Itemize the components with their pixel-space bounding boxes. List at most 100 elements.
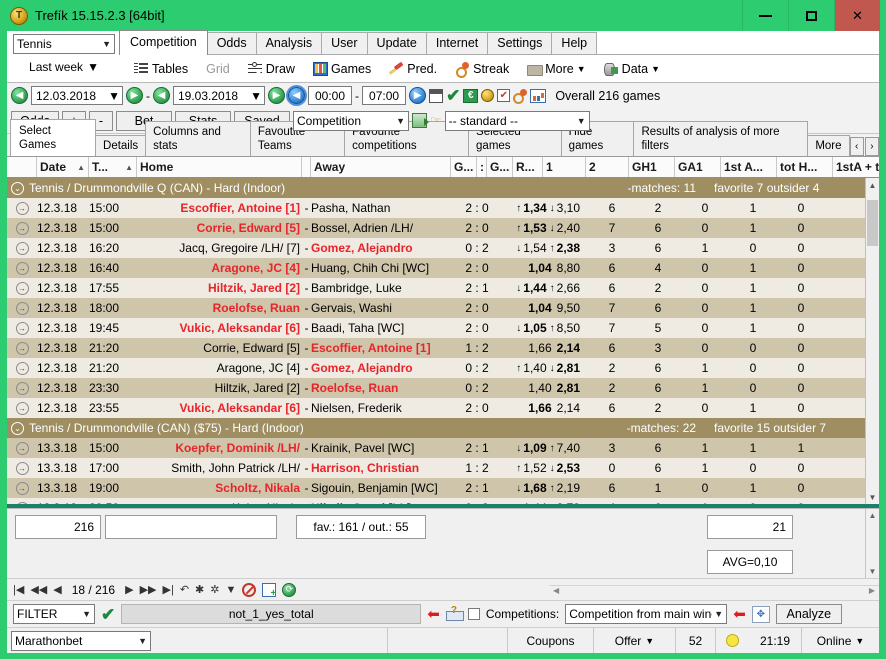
grid-header-date[interactable]: Date▲ (37, 157, 89, 177)
grid-header-away[interactable]: Away (311, 157, 451, 177)
period-dropdown[interactable]: Last week▼ (13, 57, 115, 77)
main-tab-odds[interactable]: Odds (207, 32, 257, 55)
left-red-arrow-icon-2[interactable]: ⬅ (733, 605, 746, 623)
table-row[interactable]: →12.3.1823:30Hiltzik, Jared [2]-Roelofse… (7, 378, 879, 398)
row-detail-arrow-icon[interactable]: → (16, 442, 29, 455)
group-by-select[interactable]: Competition ▼ (293, 111, 409, 131)
help-book-icon[interactable] (446, 607, 462, 621)
summary-blank[interactable] (105, 515, 277, 539)
coupons-button[interactable]: Coupons (507, 628, 593, 654)
bar-chart-icon[interactable] (530, 89, 546, 103)
pager-first-button[interactable]: |◀ (13, 583, 24, 596)
table-row[interactable]: →12.3.1821:20Corrie, Edward [5]-Escoffie… (7, 338, 879, 358)
pager-scroll-left-icon[interactable]: ◀ (553, 586, 559, 595)
inner-tab-results-of-analysis-of-more-filters[interactable]: Results of analysis of more filters (633, 121, 808, 156)
table-row[interactable]: →12.3.1821:20Aragone, JC [4]-Gomez, Alej… (7, 358, 879, 378)
toolbar-more-button[interactable]: More▼ (519, 60, 593, 78)
checklist-icon[interactable]: ✔ (497, 89, 510, 102)
close-button[interactable]: ✕ (834, 0, 880, 31)
pager-funnel-icon[interactable]: ▼ (225, 584, 236, 596)
time-from-input[interactable]: 00:00 (308, 86, 352, 105)
grid-header-gh[interactable]: G... (451, 157, 477, 177)
main-tab-settings[interactable]: Settings (487, 32, 552, 55)
toolbar-tables-button[interactable]: Tables (126, 60, 196, 78)
toolbar-streak-button[interactable]: Streak (447, 60, 517, 78)
toolbar-pred--button[interactable]: Pred. (381, 60, 445, 78)
sport-select[interactable]: Tennis ▼ (13, 34, 115, 54)
grid-header-toth[interactable]: tot H... (777, 157, 833, 177)
row-detail-arrow-icon[interactable]: → (16, 502, 29, 505)
row-detail-arrow-icon[interactable]: → (16, 362, 29, 375)
row-detail-arrow-icon[interactable]: → (16, 382, 29, 395)
group-collapse-icon[interactable]: ⌄ (11, 422, 24, 435)
table-row[interactable]: →12.3.1819:45Vukic, Aleksandar [6]-Baadi… (7, 318, 879, 338)
table-row[interactable]: →12.3.1815:00Escoffier, Antoine [1]-Pash… (7, 198, 879, 218)
competitions-checkbox[interactable] (468, 608, 480, 620)
inner-tab-next-button[interactable]: › (865, 137, 879, 156)
table-row[interactable]: →12.3.1815:00Corrie, Edward [5]-Bossel, … (7, 218, 879, 238)
confirm-check-icon[interactable]: ✔ (446, 87, 460, 104)
grid-header-home[interactable]: Home (137, 157, 302, 177)
move-resize-icon[interactable]: ✥ (752, 606, 770, 623)
table-row[interactable]: →13.3.1815:00Koepfer, Dominik /LH/-Krain… (7, 438, 879, 458)
pager-undo-icon[interactable]: ↶ (180, 583, 189, 596)
toolbar-games-button[interactable]: Games (305, 60, 379, 78)
inner-tab-select-games[interactable]: Select Games (10, 119, 96, 156)
online-dropdown[interactable]: Online▼ (801, 628, 879, 654)
table-row[interactable]: →13.3.1817:00Smith, John Patrick /LH/-Ha… (7, 458, 879, 478)
grid-header-1sta[interactable]: 1st A... (721, 157, 777, 177)
grid-header-ga[interactable]: G... (487, 157, 513, 177)
pager-star-icon[interactable]: ✱ (195, 583, 204, 596)
row-detail-arrow-icon[interactable]: → (16, 202, 29, 215)
main-tab-internet[interactable]: Internet (426, 32, 488, 55)
grid-vertical-scrollbar[interactable]: ▲ ▼ (865, 178, 879, 504)
scroll-thumb[interactable] (867, 200, 878, 246)
grid-header-o1[interactable]: 1 (543, 157, 586, 177)
main-tab-update[interactable]: Update (367, 32, 427, 55)
bookmaker-select[interactable]: Marathonbet ▼ (11, 631, 151, 651)
summary-avg[interactable]: AVG=0,10 (707, 550, 793, 574)
row-detail-arrow-icon[interactable]: → (16, 282, 29, 295)
filter-value-display[interactable]: not_1_yes_total (121, 604, 421, 624)
time-from-button[interactable]: ◀ (288, 87, 305, 104)
main-tab-competition[interactable]: Competition (119, 30, 208, 55)
table-row[interactable]: →12.3.1823:55Vukic, Aleksandar [6]-Niels… (7, 398, 879, 418)
summary-vertical-scrollbar[interactable]: ▲ ▼ (865, 509, 879, 578)
group-header-row[interactable]: ⌄Tennis / Drummondville (CAN) ($75) - Ha… (7, 418, 879, 438)
group-header-row[interactable]: ⌄Tennis / Drummondville Q (CAN) - Hard (… (7, 178, 879, 198)
pager-add-icon[interactable] (262, 583, 276, 597)
pager-prev-page-button[interactable]: ◀◀ (30, 583, 47, 596)
grid-header-time[interactable]: T...▲ (89, 157, 137, 177)
left-red-arrow-icon[interactable]: ⬅ (427, 605, 440, 623)
summary-scroll-down-icon[interactable]: ▼ (866, 565, 879, 578)
date-to-prev-button[interactable]: ◀ (153, 87, 170, 104)
inner-tab-details[interactable]: Details (95, 135, 146, 156)
pager-star-outline-icon[interactable]: ✲ (210, 583, 219, 596)
date-to-input[interactable]: 19.03.2018 ▼ (173, 86, 265, 105)
grid-header-gh1[interactable]: GH1 (629, 157, 675, 177)
date-from-input[interactable]: 12.03.2018 ▼ (31, 86, 123, 105)
table-row[interactable]: →12.3.1816:20Jacq, Gregoire /LH/ [7]-Gom… (7, 238, 879, 258)
competitions-select[interactable]: Competition from main windo ▼ (565, 604, 727, 624)
row-detail-arrow-icon[interactable]: → (16, 262, 29, 275)
standard-select[interactable]: -- standard -- ▼ (445, 111, 590, 131)
pager-horizontal-scrollbar[interactable]: ◀ ▶ (549, 585, 879, 595)
pager-stop-icon[interactable] (242, 583, 256, 597)
pager-scroll-right-icon[interactable]: ▶ (869, 586, 875, 595)
table-row[interactable]: →12.3.1817:55Hiltzik, Jared [2]-Bambridg… (7, 278, 879, 298)
group-collapse-icon[interactable]: ⌄ (11, 182, 24, 195)
row-detail-arrow-icon[interactable]: → (16, 402, 29, 415)
pager-next-page-button[interactable]: ▶▶ (140, 583, 157, 596)
minimize-button[interactable] (742, 0, 788, 31)
euro-icon[interactable]: € (463, 89, 478, 103)
date-to-next-button[interactable]: ▶ (268, 87, 285, 104)
magnifier-plus-icon[interactable] (513, 89, 527, 103)
summary-count[interactable]: 216 (15, 515, 101, 539)
row-detail-arrow-icon[interactable]: → (16, 322, 29, 335)
toolbar-grid-button[interactable]: Grid (198, 60, 238, 78)
table-row[interactable]: →13.3.1820:50Kuhn, Nicola-Hiltzik, Jared… (7, 498, 879, 504)
grid-header-exp[interactable] (7, 157, 37, 177)
toolbar-draw-button[interactable]: Draw (240, 60, 303, 78)
save-icon[interactable] (412, 113, 427, 128)
inner-tab-columns-and-stats[interactable]: Columns and stats (145, 121, 251, 156)
